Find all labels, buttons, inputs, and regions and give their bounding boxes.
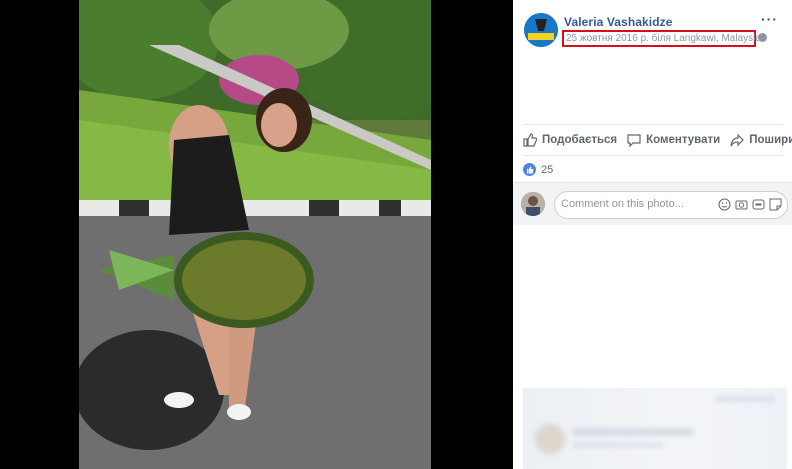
- comment-placeholder: Comment on this photo...: [561, 198, 684, 210]
- comment-tools: [717, 197, 782, 211]
- comment-button[interactable]: Коментувати: [627, 133, 720, 147]
- blurred-line: [715, 396, 775, 402]
- sticker-icon[interactable]: [768, 197, 782, 211]
- post-sidebar: Valeria Vashakidze 25 жовтня 2016 р. біл…: [513, 0, 792, 469]
- like-button[interactable]: Подобається: [523, 133, 617, 147]
- comment-label: Коментувати: [646, 134, 721, 146]
- comment-input[interactable]: Comment on this photo...: [554, 191, 788, 219]
- post-photo[interactable]: [79, 0, 431, 469]
- camera-icon[interactable]: [734, 197, 748, 211]
- like-reaction-icon: [523, 163, 536, 176]
- current-user-avatar: [521, 192, 545, 216]
- blurred-line: [573, 428, 693, 436]
- share-icon: [730, 133, 745, 147]
- share-label: Поширити: [749, 134, 792, 146]
- post-actions-bar: Подобається Коментувати Поширити: [523, 124, 792, 156]
- comment-icon: [627, 134, 641, 147]
- blurred-content: [523, 388, 787, 469]
- globe-icon: [758, 33, 767, 42]
- like-icon: [523, 133, 537, 147]
- photo-viewer: [0, 0, 513, 469]
- author-avatar[interactable]: [524, 13, 558, 47]
- emoji-icon[interactable]: [717, 197, 731, 211]
- reaction-count: 25: [541, 163, 554, 176]
- more-icon[interactable]: ···: [761, 11, 778, 27]
- like-label: Подобається: [542, 134, 618, 146]
- post-header: Valeria Vashakidze 25 жовтня 2016 р. біл…: [513, 0, 792, 60]
- share-button[interactable]: Поширити: [730, 133, 792, 147]
- blurred-avatar: [535, 424, 565, 454]
- gif-icon[interactable]: [751, 197, 765, 211]
- author-name-link[interactable]: Valeria Vashakidze: [564, 15, 673, 29]
- post-meta-highlight: 25 жовтня 2016 р. біля Langkawi, Malaysi…: [562, 30, 761, 47]
- blurred-line: [573, 442, 663, 448]
- reactions-summary[interactable]: 25: [523, 163, 553, 176]
- comment-composer: Comment on this photo...: [513, 182, 792, 225]
- post-date-location-link[interactable]: 25 жовтня 2016 р. біля Langkawi, Malaysi…: [566, 32, 761, 45]
